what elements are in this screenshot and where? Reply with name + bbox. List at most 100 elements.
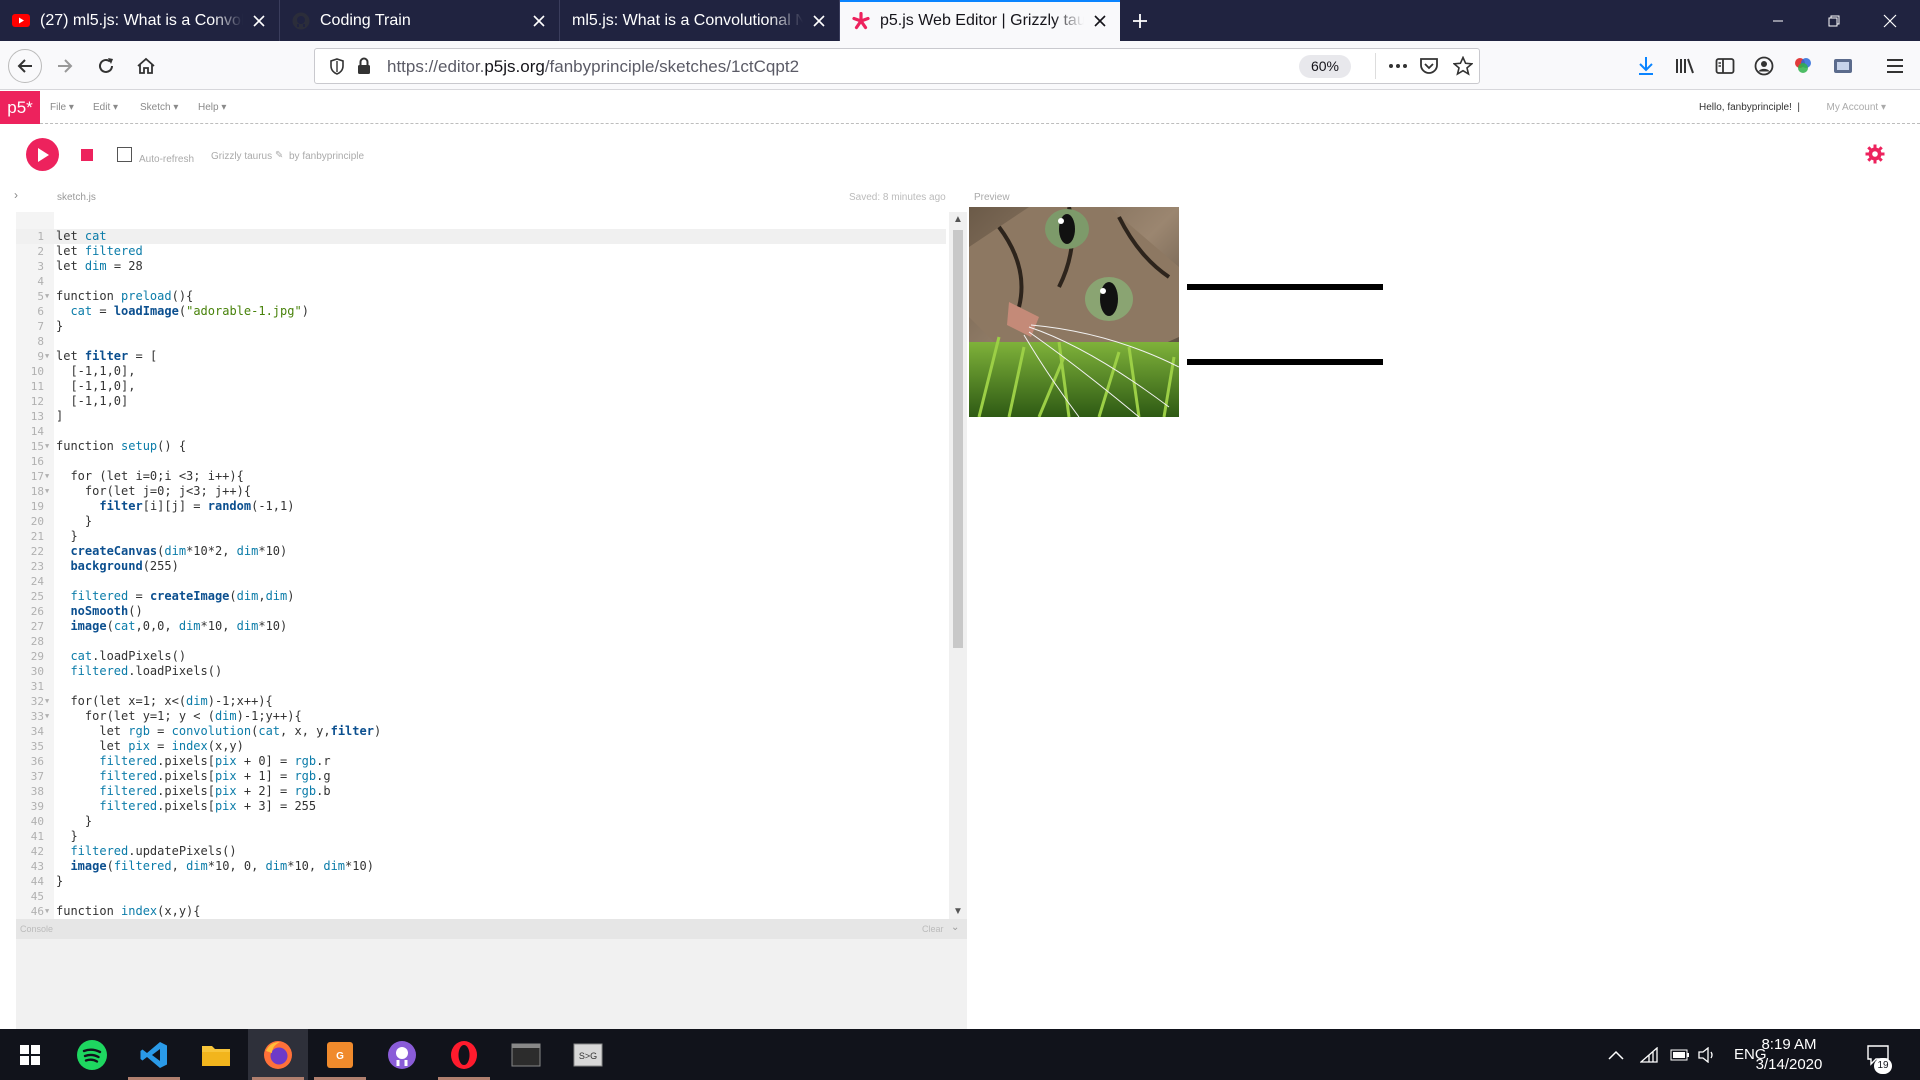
code-line[interactable]: 9 ▼ let filter = [ — [16, 349, 946, 364]
url-bar[interactable]: https://editor.p5js.org/fanbyprinciple/s… — [314, 48, 1480, 84]
code-line[interactable]: 18 ▼ for(let j=0; j<3; j++){ — [16, 484, 946, 499]
fold-chevron-icon[interactable]: ▼ — [45, 349, 49, 364]
minimize-window-button[interactable] — [1752, 0, 1804, 41]
code-line[interactable]: 17 ▼ for (let i=0;i <3; i++){ — [16, 469, 946, 484]
code-line[interactable]: 31 — [16, 679, 946, 694]
code-line[interactable]: 14 — [16, 424, 946, 439]
code-line[interactable]: 1 let cat — [16, 229, 946, 244]
sketch-name[interactable]: Grizzly taurus — [211, 151, 272, 162]
scroll-down-arrow-icon[interactable]: ▼ — [953, 906, 963, 917]
account-button[interactable] — [1747, 49, 1781, 83]
fold-chevron-icon[interactable]: ▼ — [45, 484, 49, 499]
code-line[interactable]: 25 filtered = createImage(dim,dim) — [16, 589, 946, 604]
code-line[interactable]: 46 ▼ function index(x,y){ — [16, 904, 946, 919]
forward-button[interactable] — [48, 49, 82, 83]
close-tab-icon[interactable] — [1090, 11, 1110, 31]
opera-icon[interactable] — [434, 1029, 494, 1080]
new-tab-button[interactable] — [1120, 0, 1160, 41]
code-line[interactable]: 44} — [16, 874, 946, 889]
code-lines[interactable]: 1 let cat 2 let filtered 3 let dim = 28 4 5 ▼ fun… — [16, 229, 946, 919]
reload-button[interactable] — [89, 49, 123, 83]
system-clock[interactable]: 8:19 AM 3/14/2020 — [1744, 1035, 1834, 1075]
code-line[interactable]: 45 — [16, 889, 946, 904]
code-line[interactable]: 4 — [16, 274, 946, 289]
extension-screenshot-button[interactable] — [1826, 49, 1860, 83]
code-line[interactable]: 36 filtered.pixels[pix + 0] = rgb.r — [16, 754, 946, 769]
close-tab-icon[interactable] — [809, 11, 829, 31]
tracking-protection-shield-icon[interactable] — [329, 58, 345, 80]
code-line[interactable]: 35 let pix = index(x,y) — [16, 739, 946, 754]
code-line[interactable]: 27 image(cat,0,0, dim*10, dim*10) — [16, 619, 946, 634]
menu-edit[interactable]: Edit ▾ — [93, 102, 118, 113]
editor-scrollbar[interactable]: ▲ ▼ — [949, 212, 967, 919]
browser-tab-coding-train[interactable]: Coding Train — [280, 0, 560, 41]
url-text[interactable]: https://editor.p5js.org/fanbyprinciple/s… — [387, 57, 799, 77]
svg-app-icon[interactable]: S>G — [558, 1029, 618, 1080]
code-line[interactable]: 30 filtered.loadPixels() — [16, 664, 946, 679]
code-line[interactable]: 29 cat.loadPixels() — [16, 649, 946, 664]
code-line[interactable]: 43 image(filtered, dim*10, 0, dim*10, di… — [16, 859, 946, 874]
close-tab-icon[interactable] — [249, 11, 269, 31]
downloads-button[interactable] — [1629, 49, 1663, 83]
code-line[interactable]: 40 } — [16, 814, 946, 829]
restore-window-button[interactable] — [1808, 0, 1860, 41]
code-line[interactable]: 6 cat = loadImage("adorable-1.jpg") — [16, 304, 946, 319]
sidebar-expand-chevron-icon[interactable]: › — [14, 188, 18, 202]
vscode-icon[interactable] — [124, 1029, 184, 1080]
page-actions-menu-icon[interactable] — [1387, 57, 1409, 80]
fold-chevron-icon[interactable]: ▼ — [45, 694, 49, 709]
bookmark-star-icon[interactable] — [1452, 55, 1474, 81]
zoom-level-badge[interactable]: 60% — [1299, 55, 1351, 78]
code-line[interactable]: 8 — [16, 334, 946, 349]
code-line[interactable]: 42 filtered.updatePixels() — [16, 844, 946, 859]
code-line[interactable]: 19 filter[i][j] = random(-1,1) — [16, 499, 946, 514]
spotify-icon[interactable] — [62, 1029, 122, 1080]
my-account-menu[interactable]: My Account ▾ — [1826, 102, 1886, 113]
code-line[interactable]: 23 background(255) — [16, 559, 946, 574]
code-line[interactable]: 20 } — [16, 514, 946, 529]
play-button[interactable] — [26, 138, 59, 171]
volume-speaker-icon[interactable] — [1698, 1029, 1716, 1080]
lock-icon[interactable] — [357, 57, 371, 80]
home-button[interactable] — [129, 49, 163, 83]
code-line[interactable]: 28 — [16, 634, 946, 649]
code-line[interactable]: 11 [-1,1,0], — [16, 379, 946, 394]
code-line[interactable]: 5 ▼ function preload(){ — [16, 289, 946, 304]
code-line[interactable]: 10 [-1,1,0], — [16, 364, 946, 379]
menu-sketch[interactable]: Sketch ▾ — [140, 102, 178, 113]
fold-chevron-icon[interactable]: ▼ — [45, 439, 49, 454]
code-line[interactable]: 13] — [16, 409, 946, 424]
fold-chevron-icon[interactable]: ▼ — [45, 289, 49, 304]
code-line[interactable]: 26 noSmooth() — [16, 604, 946, 619]
library-button[interactable] — [1668, 49, 1702, 83]
code-line[interactable]: 12 [-1,1,0] — [16, 394, 946, 409]
browser-tab-p5-editor[interactable]: p5.js Web Editor | Grizzly taurus — [840, 0, 1120, 41]
show-hidden-icons-chevron-icon[interactable] — [1608, 1029, 1624, 1080]
p5-logo[interactable]: p5* — [0, 91, 40, 124]
terminal-icon[interactable] — [496, 1029, 556, 1080]
github-desktop-icon[interactable] — [372, 1029, 432, 1080]
extension-color-button[interactable] — [1786, 49, 1820, 83]
code-line[interactable]: 3 let dim = 28 — [16, 259, 946, 274]
firefox-icon[interactable] — [248, 1029, 308, 1080]
battery-icon[interactable] — [1670, 1029, 1690, 1080]
code-line[interactable]: 2 let filtered — [16, 244, 946, 259]
settings-gear-icon[interactable] — [1864, 143, 1886, 165]
network-wifi-icon[interactable] — [1640, 1029, 1658, 1080]
fold-chevron-icon[interactable]: ▼ — [45, 469, 49, 484]
console-output[interactable] — [16, 939, 967, 1029]
auto-refresh-checkbox[interactable] — [117, 147, 132, 162]
browser-tab-youtube[interactable]: (27) ml5.js: What is a Convolutional Neu… — [0, 0, 280, 41]
code-line[interactable]: 33 ▼ for(let y=1; y < (dim)-1;y++){ — [16, 709, 946, 724]
close-window-button[interactable] — [1864, 0, 1916, 41]
code-line[interactable]: 41 } — [16, 829, 946, 844]
pocket-icon[interactable] — [1419, 56, 1439, 81]
console-clear-button[interactable]: Clear — [922, 924, 944, 934]
sidebar-toggle-button[interactable] — [1708, 49, 1742, 83]
hamburger-menu-button[interactable] — [1878, 49, 1912, 83]
close-tab-icon[interactable] — [529, 11, 549, 31]
menu-file[interactable]: File ▾ — [50, 102, 74, 113]
code-line[interactable]: 39 filtered.pixels[pix + 3] = 255 — [16, 799, 946, 814]
stop-button[interactable] — [70, 138, 103, 171]
code-line[interactable]: 38 filtered.pixels[pix + 2] = rgb.b — [16, 784, 946, 799]
